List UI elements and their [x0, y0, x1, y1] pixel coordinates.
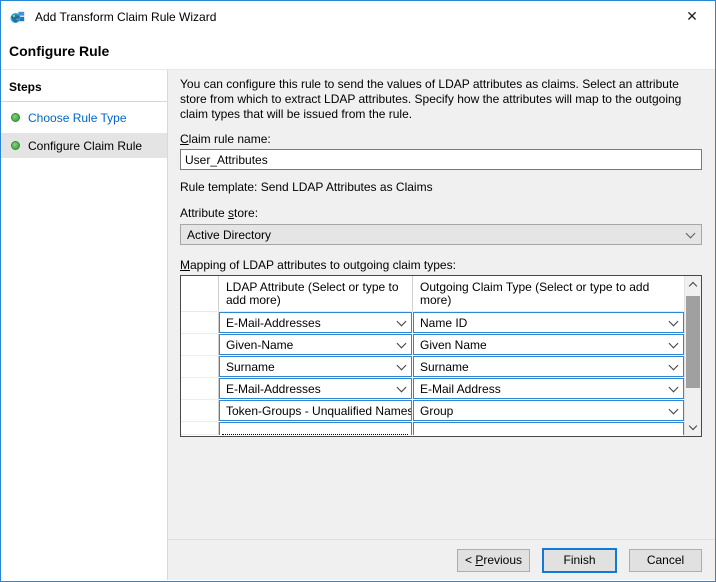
row-selector[interactable]	[181, 356, 219, 378]
label-text: Attribute	[180, 206, 228, 220]
wizard-window: Add Transform Claim Rule Wizard ✕ Config…	[0, 0, 716, 582]
step-complete-dot-icon	[11, 141, 20, 150]
sidebar-item-choose-rule-type[interactable]: Choose Rule Type	[1, 105, 167, 130]
outgoing-claim-select[interactable]: Given Name	[413, 334, 684, 355]
table-scrollbar[interactable]	[684, 276, 701, 436]
outgoing-claim-select[interactable]	[413, 422, 684, 435]
table-row: Surname Surname	[181, 356, 684, 378]
table-header-row: LDAP Attribute (Select or type to add mo…	[181, 276, 684, 312]
content-pane: You can configure this rule to send the …	[168, 70, 715, 580]
accel-char: C	[180, 132, 189, 146]
steps-heading: Steps	[1, 70, 167, 102]
combo-value: Token-Groups - Unqualified Names	[226, 404, 412, 418]
finish-button[interactable]: Finish	[542, 548, 617, 573]
claim-rule-name-input[interactable]	[180, 149, 702, 170]
label-text: apping of LDAP attributes to outgoing cl…	[190, 258, 456, 272]
chevron-up-icon	[689, 282, 697, 290]
ldap-attribute-select[interactable]: E-Mail-Addresses	[219, 312, 412, 333]
header-band: Configure Rule	[1, 32, 715, 69]
ldap-attribute-column-header: LDAP Attribute (Select or type to add mo…	[219, 276, 413, 311]
step-label: Configure Claim Rule	[28, 139, 142, 153]
chevron-down-icon	[689, 422, 697, 430]
accel-char: M	[180, 258, 190, 272]
chevron-down-icon	[669, 360, 679, 370]
label-text: <	[465, 553, 475, 567]
close-icon: ✕	[686, 8, 698, 25]
previous-button[interactable]: < Previous	[457, 549, 530, 572]
ldap-attribute-select[interactable]: E-Mail-Addresses	[219, 378, 412, 399]
scrollbar-thumb[interactable]	[686, 296, 700, 388]
title-bar: Add Transform Claim Rule Wizard ✕	[1, 1, 715, 32]
combo-value: Name ID	[420, 316, 467, 330]
row-selector[interactable]	[181, 422, 219, 435]
label-text: tore:	[234, 206, 258, 220]
outgoing-claim-select[interactable]: Name ID	[413, 312, 684, 333]
table-row: E-Mail-Addresses E-Mail Address	[181, 378, 684, 400]
rule-template-text: Rule template: Send LDAP Attributes as C…	[180, 180, 702, 194]
outgoing-claim-select[interactable]: Group	[413, 400, 684, 421]
chevron-down-icon	[669, 404, 679, 414]
row-selector[interactable]	[181, 312, 219, 334]
row-selector[interactable]	[181, 334, 219, 356]
step-complete-dot-icon	[11, 113, 20, 122]
label-text: revious	[483, 553, 522, 567]
outgoing-claim-column-header: Outgoing Claim Type (Select or type to a…	[413, 276, 684, 311]
ldap-attribute-select[interactable]: Token-Groups - Unqualified Names	[219, 400, 412, 421]
combo-value: Surname	[420, 360, 469, 374]
step-label: Choose Rule Type	[28, 111, 127, 125]
ldap-attribute-select[interactable]: Given-Name	[219, 334, 412, 355]
table-row: Given-Name Given Name	[181, 334, 684, 356]
table-row: Token-Groups - Unqualified Names Group	[181, 400, 684, 422]
rule-description: You can configure this rule to send the …	[180, 77, 702, 122]
outgoing-claim-select[interactable]: E-Mail Address	[413, 378, 684, 399]
chevron-down-icon	[397, 316, 407, 326]
attribute-store-select[interactable]: Active Directory	[180, 224, 702, 245]
combo-value: E-Mail Address	[420, 382, 501, 396]
outgoing-claim-select[interactable]: Surname	[413, 356, 684, 377]
page-title: Configure Rule	[9, 43, 109, 59]
combo-value: Given-Name	[226, 338, 293, 352]
button-bar: < Previous Finish Cancel	[168, 539, 715, 580]
ldap-attribute-select[interactable]: Surname	[219, 356, 412, 377]
mapping-table: LDAP Attribute (Select or type to add mo…	[180, 275, 702, 437]
combo-value: Given Name	[420, 338, 487, 352]
scroll-up-button[interactable]	[685, 276, 701, 293]
adfs-wizard-icon	[10, 9, 26, 25]
row-selector[interactable]	[181, 400, 219, 422]
chevron-down-icon	[669, 316, 679, 326]
wizard-body: Steps Choose Rule Type Configure Claim R…	[1, 69, 715, 580]
focus-marquee	[222, 434, 408, 435]
steps-sidebar: Steps Choose Rule Type Configure Claim R…	[1, 70, 168, 580]
window-title: Add Transform Claim Rule Wizard	[35, 10, 216, 24]
row-selector-header	[181, 276, 219, 311]
combo-value: E-Mail-Addresses	[226, 316, 321, 330]
chevron-down-icon	[669, 338, 679, 348]
row-selector[interactable]	[181, 378, 219, 400]
combo-value: Group	[420, 404, 453, 418]
table-row-empty	[181, 422, 684, 435]
sidebar-item-configure-claim-rule[interactable]: Configure Claim Rule	[1, 133, 167, 158]
claim-rule-name-label: Claim rule name:	[180, 132, 702, 146]
chevron-down-icon	[686, 228, 696, 238]
combo-value: Surname	[226, 360, 275, 374]
scroll-down-button[interactable]	[685, 419, 701, 436]
chevron-down-icon	[397, 338, 407, 348]
table-row: E-Mail-Addresses Name ID	[181, 312, 684, 334]
chevron-down-icon	[669, 382, 679, 392]
attribute-store-label: Attribute store:	[180, 206, 702, 220]
chevron-down-icon	[397, 382, 407, 392]
attribute-store-value: Active Directory	[187, 228, 271, 242]
combo-value: E-Mail-Addresses	[226, 382, 321, 396]
label-text: laim rule name:	[189, 132, 271, 146]
chevron-down-icon	[397, 360, 407, 370]
close-button[interactable]: ✕	[669, 1, 715, 32]
cancel-button[interactable]: Cancel	[629, 549, 702, 572]
mapping-label: Mapping of LDAP attributes to outgoing c…	[180, 258, 702, 272]
